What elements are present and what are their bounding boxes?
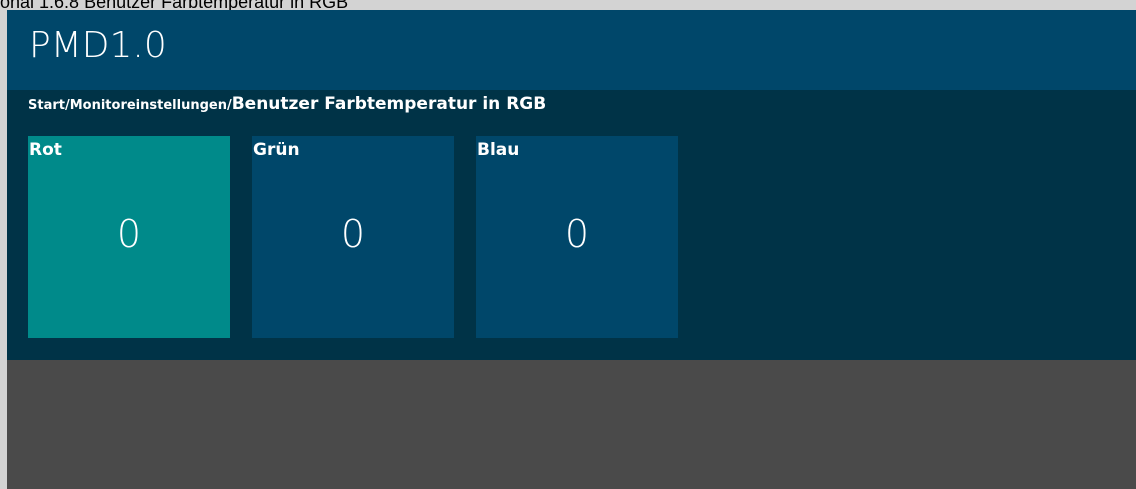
breadcrumb: Start/Monitoreinstellungen/Benutzer Farb… (28, 94, 546, 114)
breadcrumb-current: Benutzer Farbtemperatur in RGB (231, 94, 547, 114)
tile-red-label: Rot (29, 140, 62, 160)
app-header: PMD1.0 (7, 10, 1136, 90)
tile-red[interactable]: Rot 0 (28, 136, 230, 338)
tile-green-value: 0 (340, 212, 366, 256)
tile-blue[interactable]: Blau 0 (476, 136, 678, 338)
content-area: Start/Monitoreinstellungen/Benutzer Farb… (7, 90, 1136, 360)
app-title: PMD1.0 (29, 25, 167, 66)
tile-green-label: Grün (253, 140, 300, 160)
document-title: onal 1.6.8 Benutzer Farbtemperatur in RG… (0, 0, 349, 10)
app-window: PMD1.0 Start/Monitoreinstellungen/Benutz… (7, 10, 1136, 489)
tile-blue-value: 0 (564, 212, 590, 256)
tile-green[interactable]: Grün 0 (252, 136, 454, 338)
tile-blue-label: Blau (477, 140, 520, 160)
tile-red-value: 0 (116, 212, 142, 256)
breadcrumb-path[interactable]: Start/Monitoreinstellungen/ (28, 98, 232, 113)
